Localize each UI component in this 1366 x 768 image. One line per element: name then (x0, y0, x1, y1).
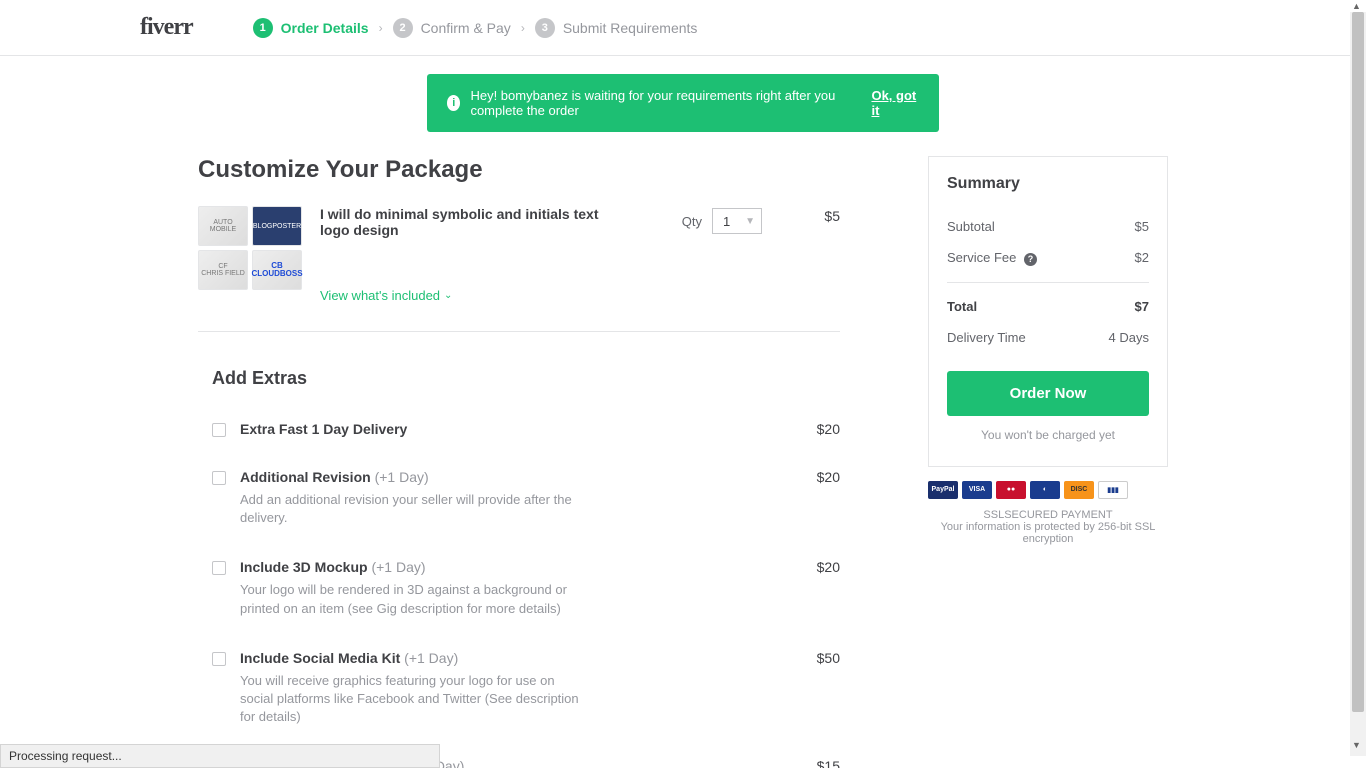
browser-status-bar: Processing request... (0, 744, 440, 768)
gig-title: I will do minimal symbolic and initials … (320, 206, 620, 238)
scroll-down-icon[interactable]: ▼ (1352, 740, 1362, 750)
quantity-label: Qty (682, 214, 702, 229)
step-order-details[interactable]: 1 Order Details (253, 18, 369, 38)
banner-text: Hey! bomybanez is waiting for your requi… (470, 88, 871, 118)
gig-thumb: AUTOMOBILE (198, 206, 248, 246)
page-title: Customize Your Package (198, 156, 840, 184)
banner-dismiss-link[interactable]: Ok, got it (871, 88, 919, 118)
service-fee-label: Service Fee ? (947, 250, 1037, 266)
extra-suffix: (+1 Day) (375, 469, 429, 485)
scrollbar-thumb[interactable] (1352, 12, 1364, 712)
quantity-value: 1 (723, 214, 730, 229)
payment-methods: PayPal VISA ●● ◐ DISC ▮▮▮ (928, 481, 1168, 499)
mastercard-icon: ●● (996, 481, 1026, 499)
diners-icon: ◐ (1030, 481, 1060, 499)
step-2-circle: 2 (393, 18, 413, 38)
extra-checkbox[interactable] (212, 561, 226, 575)
subtotal-value: $5 (1135, 219, 1149, 234)
extra-name: Include Social Media Kit (240, 650, 400, 666)
gig-thumb: CBCLOUDBOSS (252, 250, 302, 290)
scroll-up-icon[interactable]: ▲ (1352, 1, 1362, 11)
delivery-time-label: Delivery Time (947, 330, 1026, 345)
extra-name: Extra Fast 1 Day Delivery (240, 421, 407, 437)
total-value: $7 (1135, 299, 1149, 314)
step-2-label: Confirm & Pay (421, 20, 511, 36)
gig-price: $5 (780, 206, 840, 224)
extra-description: You will receive graphics featuring your… (240, 672, 580, 727)
extra-name: Additional Revision (240, 469, 371, 485)
order-now-button[interactable]: Order Now (947, 371, 1149, 416)
extra-row: Additional Revision (+1 Day) Add an addi… (198, 453, 840, 543)
service-fee-value: $2 (1135, 250, 1149, 266)
gig-thumbnails: AUTOMOBILE BLOGPOSTER CFCHRIS FIELD CBCL… (198, 206, 302, 290)
step-1-circle: 1 (253, 18, 273, 38)
extra-checkbox[interactable] (212, 652, 226, 666)
add-extras-heading: Add Extras (212, 368, 840, 389)
ssl-encryption-text: Your information is protected by 256-bit… (928, 521, 1168, 545)
chevron-right-icon: › (521, 21, 525, 35)
discover-icon: DISC (1064, 481, 1094, 499)
quantity-select[interactable]: 1 ▼ (712, 208, 762, 234)
gig-summary: AUTOMOBILE BLOGPOSTER CFCHRIS FIELD CBCL… (198, 206, 840, 332)
fiverr-logo[interactable]: fiverr (140, 14, 193, 41)
step-confirm-pay[interactable]: 2 Confirm & Pay (393, 18, 511, 38)
chevron-down-icon: ▼ (745, 216, 755, 227)
gig-thumb: CFCHRIS FIELD (198, 250, 248, 290)
step-3-label: Submit Requirements (563, 20, 698, 36)
info-banner: i Hey! bomybanez is waiting for your req… (427, 74, 939, 132)
extra-row: Include 3D Mockup (+1 Day) Your logo wil… (198, 543, 840, 633)
delivery-time-value: 4 Days (1109, 330, 1149, 345)
extra-price: $20 (780, 421, 840, 437)
step-1-label: Order Details (281, 20, 369, 36)
order-summary: Summary Subtotal $5 Service Fee ? $2 Tot… (928, 156, 1168, 467)
extra-checkbox[interactable] (212, 423, 226, 437)
extra-row: Extra Fast 1 Day Delivery $20 (198, 405, 840, 453)
view-whats-included-link[interactable]: View what's included ⌄ (320, 288, 452, 303)
info-icon: i (447, 95, 460, 111)
total-label: Total (947, 299, 977, 314)
subtotal-label: Subtotal (947, 219, 995, 234)
wont-charge-text: You won't be charged yet (947, 428, 1149, 442)
step-3-circle: 3 (535, 18, 555, 38)
help-icon[interactable]: ? (1024, 253, 1037, 266)
header: fiverr 1 Order Details › 2 Confirm & Pay… (0, 0, 1366, 56)
extra-checkbox[interactable] (212, 471, 226, 485)
chevron-down-icon: ⌄ (444, 290, 452, 301)
extra-suffix: (+1 Day) (404, 650, 458, 666)
extra-name: Include 3D Mockup (240, 559, 368, 575)
paypal-icon: PayPal (928, 481, 958, 499)
step-submit-requirements[interactable]: 3 Submit Requirements (535, 18, 698, 38)
view-included-label: View what's included (320, 288, 440, 303)
extra-price: $50 (780, 650, 840, 666)
summary-heading: Summary (947, 175, 1149, 193)
checkout-steps: 1 Order Details › 2 Confirm & Pay › 3 Su… (253, 18, 698, 38)
extra-suffix: (+1 Day) (371, 559, 425, 575)
jcb-icon: ▮▮▮ (1098, 481, 1128, 499)
extra-price: $15 (780, 758, 840, 768)
chevron-right-icon: › (379, 21, 383, 35)
extra-price: $20 (780, 469, 840, 485)
ssl-secured-text: SSLSECURED PAYMENT (928, 509, 1168, 521)
extra-row: Include Social Media Kit (+1 Day) You wi… (198, 634, 840, 743)
extra-price: $20 (780, 559, 840, 575)
extra-description: Your logo will be rendered in 3D against… (240, 581, 580, 617)
extra-description: Add an additional revision your seller w… (240, 491, 580, 527)
gig-thumb: BLOGPOSTER (252, 206, 302, 246)
visa-icon: VISA (962, 481, 992, 499)
